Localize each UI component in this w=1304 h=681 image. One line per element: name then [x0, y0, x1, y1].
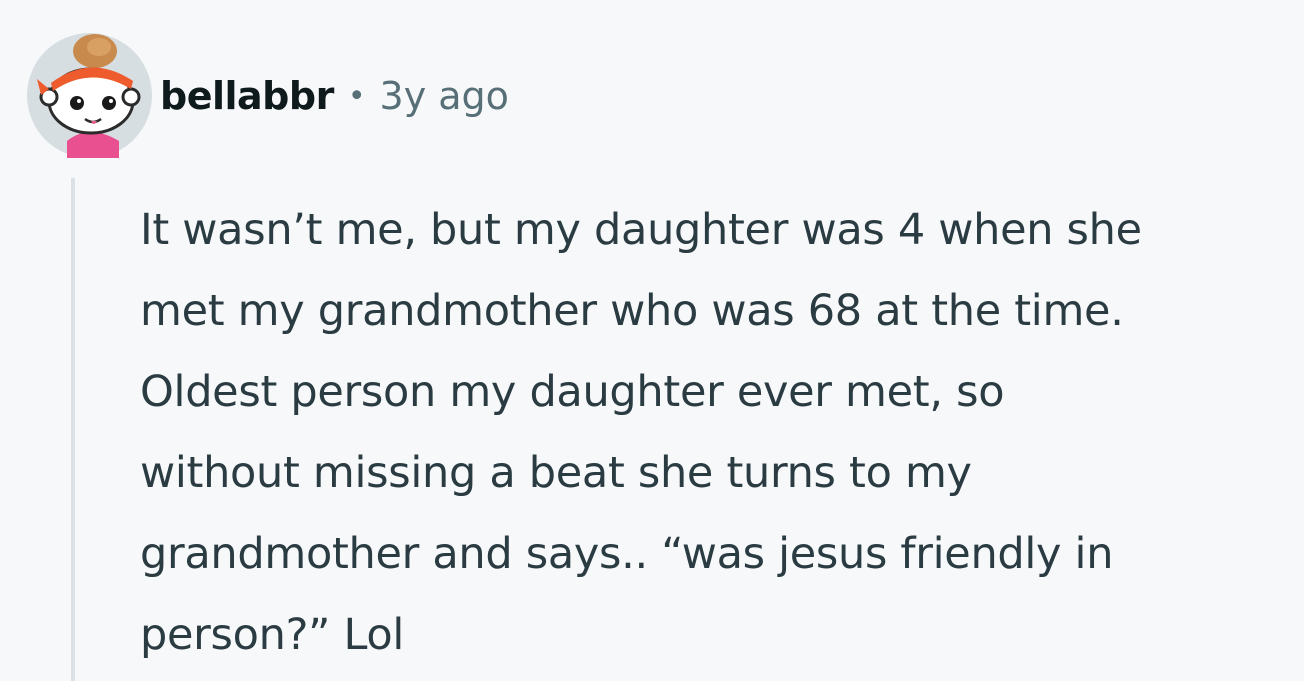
snoo-avatar-icon: [27, 33, 152, 158]
comment-body-line: grandmother and says.. “was jesus friend…: [140, 529, 1114, 579]
comment-body-line: met my grandmother who was 68 at the tim…: [140, 286, 1124, 336]
author-username[interactable]: bellabbr: [160, 74, 334, 118]
comment-meta: bellabbr • 3y ago: [160, 66, 509, 126]
thread-line[interactable]: [71, 178, 75, 681]
comment-body-line: without missing a beat she turns to my: [140, 448, 972, 498]
meta-separator: •: [347, 78, 366, 114]
comment-body-line: person?” Lol: [140, 610, 405, 660]
comment-body-line: Oldest person my daughter ever met, so: [140, 367, 1005, 417]
comment-body: It wasn’t me, but my daughter was 4 when…: [140, 190, 1290, 676]
avatar[interactable]: [27, 33, 152, 158]
comment-body-line: It wasn’t me, but my daughter was 4 when…: [140, 205, 1142, 255]
comment: bellabbr • 3y ago It wasn’t me, but my d…: [0, 0, 1304, 681]
comment-timestamp[interactable]: 3y ago: [380, 74, 509, 118]
